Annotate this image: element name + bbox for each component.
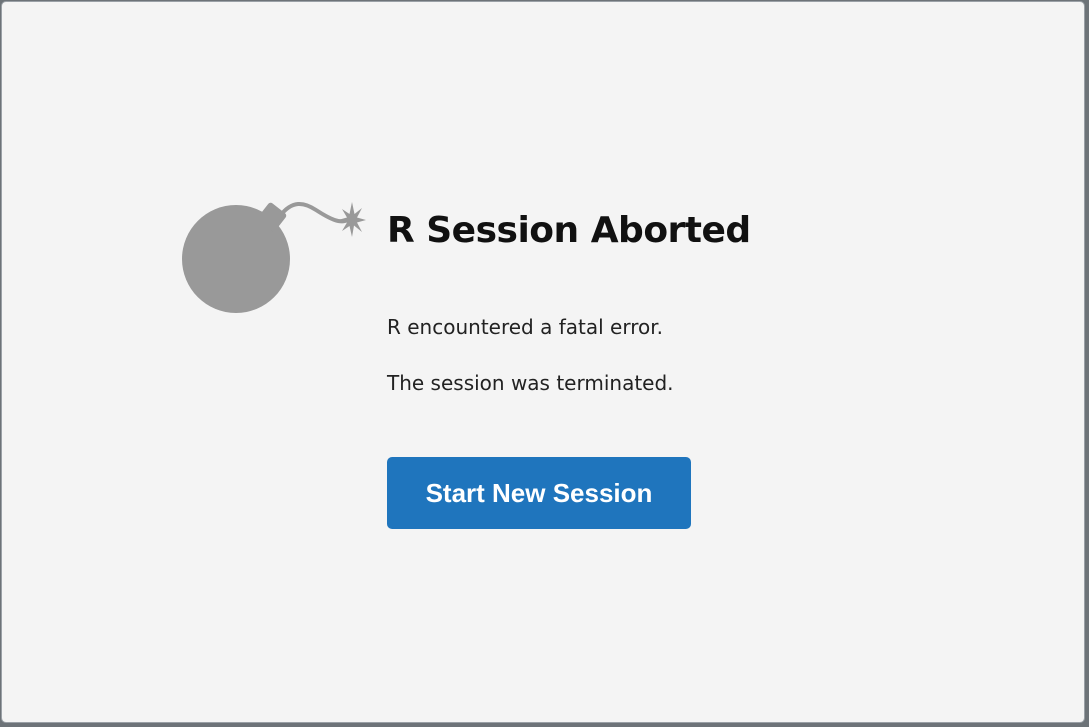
error-message: R encountered a fatal error.	[387, 315, 663, 339]
start-new-session-button[interactable]: Start New Session	[387, 457, 691, 529]
dialog-title: R Session Aborted	[387, 210, 751, 251]
session-aborted-dialog: R Session Aborted R encountered a fatal …	[1, 1, 1085, 723]
termination-message: The session was terminated.	[387, 371, 674, 395]
bomb-icon	[182, 202, 366, 313]
